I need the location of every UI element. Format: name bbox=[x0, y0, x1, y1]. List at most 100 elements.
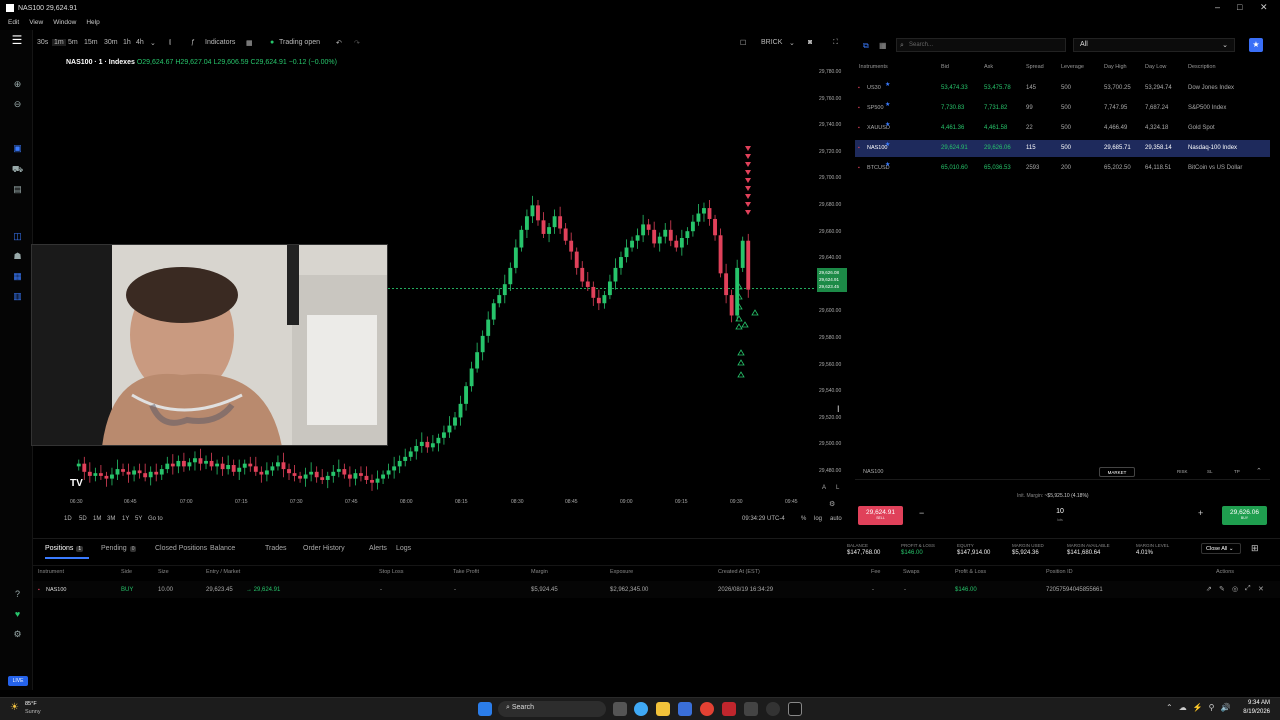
range-3m[interactable]: 3M bbox=[107, 516, 115, 522]
filter-select[interactable]: All ⌄ bbox=[1073, 38, 1235, 52]
star-icon[interactable]: ★ bbox=[885, 121, 890, 128]
interval-30s[interactable]: 30s bbox=[37, 39, 48, 46]
store-icon[interactable] bbox=[678, 702, 692, 716]
interval-1m[interactable]: 1m bbox=[52, 39, 66, 46]
target-icon[interactable]: ◎ bbox=[1232, 585, 1238, 593]
interval-1h[interactable]: 1h bbox=[123, 39, 131, 46]
log-scale-icon[interactable]: L bbox=[836, 485, 839, 491]
chevron-down-icon[interactable]: ⌄ bbox=[150, 39, 156, 47]
obs-icon[interactable] bbox=[766, 702, 780, 716]
taskview-icon[interactable] bbox=[613, 702, 627, 716]
interval-15m[interactable]: 15m bbox=[84, 39, 98, 46]
star-icon[interactable]: ★ bbox=[1249, 38, 1263, 52]
shield-icon[interactable]: ♥ bbox=[11, 608, 24, 621]
watchlist-row-sp500[interactable]: ▪ SP500 ★ 7,730.83 7,731.82 99 500 7,747.95 7,68… bbox=[855, 100, 1270, 117]
people-icon[interactable]: ☗ bbox=[11, 250, 24, 263]
range-1y[interactable]: 1Y bbox=[122, 516, 129, 522]
settings-icon[interactable]: ⚙ bbox=[11, 628, 24, 641]
qty-input[interactable]: 10 bbox=[1045, 508, 1075, 515]
qty-plus-button[interactable]: + bbox=[1198, 508, 1203, 518]
tab-logs[interactable]: Logs bbox=[396, 545, 411, 552]
menu-view[interactable]: View bbox=[29, 19, 43, 26]
zoom-in-icon[interactable]: ⊕ bbox=[11, 78, 24, 91]
close-all-button[interactable]: Close All ⌄ bbox=[1201, 543, 1241, 554]
range-1m[interactable]: 1M bbox=[93, 516, 101, 522]
qty-minus-button[interactable]: − bbox=[919, 508, 924, 518]
risk-button[interactable]: RISK bbox=[1177, 469, 1188, 474]
close-icon[interactable]: ✕ bbox=[1258, 585, 1264, 593]
layout-icon[interactable]: ▣ bbox=[11, 142, 24, 155]
templates-icon[interactable]: ▦ bbox=[246, 39, 253, 47]
percent-toggle[interactable]: % bbox=[801, 516, 806, 522]
watchlist-row-us30[interactable]: ▪ US30 ★ 53,474.33 53,475.78 145 500 53,700.25 5… bbox=[855, 80, 1270, 97]
settings-icon[interactable]: ⚙ bbox=[829, 500, 835, 508]
watchlist-row-btcusd[interactable]: ▪ BTCUSD ★ 65,010.60 65,036.53 2593 200 65,202.… bbox=[855, 160, 1270, 177]
interval-5m[interactable]: 5m bbox=[68, 39, 78, 46]
goto-button[interactable]: Go to bbox=[148, 516, 163, 522]
watchlist-icon[interactable]: ⧉ bbox=[863, 41, 869, 51]
range-5y[interactable]: 5Y bbox=[135, 516, 142, 522]
zoom-out-icon[interactable]: ⊖ bbox=[11, 98, 24, 111]
watchlist-row-xauusd[interactable]: ▪ XAUUSD ★ 4,461.36 4,461.58 22 500 4,466.49 4,3… bbox=[855, 120, 1270, 137]
trading-app-icon[interactable] bbox=[788, 702, 802, 716]
tab-closed-positions[interactable]: Closed Positions bbox=[155, 545, 207, 552]
tab-alerts[interactable]: Alerts bbox=[369, 545, 387, 552]
tab-trades[interactable]: Trades bbox=[265, 545, 287, 552]
undo-icon[interactable]: ↶ bbox=[336, 39, 342, 47]
watchlist-row-nas100[interactable]: ▪ NAS100 ★ 29,624.91 29,626.06 115 500 29,685.7… bbox=[855, 140, 1270, 157]
indicators-icon[interactable]: ƒ bbox=[191, 39, 195, 46]
buy-button[interactable]: 29,626.06 BUY bbox=[1222, 506, 1267, 525]
star-icon[interactable]: ★ bbox=[885, 141, 890, 148]
star-icon[interactable]: ★ bbox=[885, 161, 890, 168]
panel-icon[interactable]: ◫ bbox=[11, 230, 24, 243]
windows-start-icon[interactable] bbox=[478, 702, 492, 716]
minimize-icon[interactable]: – bbox=[1215, 2, 1220, 12]
checkbox-icon[interactable]: ☐ bbox=[740, 39, 746, 47]
interval-4h[interactable]: 4h bbox=[136, 39, 144, 46]
cart-icon[interactable]: ⛟ bbox=[11, 163, 24, 176]
tab-pending[interactable]: Pending 0 bbox=[101, 545, 137, 552]
menu-window[interactable]: Window bbox=[53, 19, 76, 26]
tab-order-history[interactable]: Order History bbox=[303, 545, 345, 552]
time-axis[interactable]: 06:30 06:45 07:00 07:15 07:30 07:45 08:00 08:15… bbox=[36, 498, 816, 508]
expand-icon[interactable]: ⤢ bbox=[1245, 585, 1251, 593]
redo-icon[interactable]: ↷ bbox=[354, 39, 360, 47]
app-pen-icon[interactable] bbox=[744, 702, 758, 716]
star-icon[interactable]: ★ bbox=[885, 81, 890, 88]
copilot-icon[interactable] bbox=[634, 702, 648, 716]
taskbar-search[interactable]: ⌕ Search bbox=[498, 701, 606, 717]
list-icon[interactable]: ▤ bbox=[11, 183, 24, 196]
range-1d[interactable]: 1D bbox=[64, 516, 72, 522]
sl-button[interactable]: SL bbox=[1207, 469, 1213, 474]
tab-balance[interactable]: Balance bbox=[210, 545, 235, 552]
share-icon[interactable]: ⇗ bbox=[1206, 585, 1212, 593]
menu-edit[interactable]: Edit bbox=[8, 19, 19, 26]
camera-icon[interactable]: ◙ bbox=[808, 39, 812, 46]
menu-help[interactable]: Help bbox=[86, 19, 99, 26]
chrome-icon[interactable] bbox=[700, 702, 714, 716]
grid-icon[interactable]: ▦ bbox=[879, 41, 887, 50]
explorer-icon[interactable] bbox=[656, 702, 670, 716]
candles-icon[interactable]: ⫾ bbox=[169, 39, 171, 47]
tab-positions[interactable]: Positions 1 bbox=[45, 545, 84, 552]
search-input[interactable]: Search... bbox=[896, 38, 1066, 52]
star-icon[interactable]: ★ bbox=[885, 101, 890, 108]
log-toggle[interactable]: log bbox=[814, 516, 822, 522]
chart-panel-icon[interactable]: ▦ bbox=[11, 270, 24, 283]
range-5d[interactable]: 5D bbox=[79, 516, 87, 522]
chart-type-select[interactable]: BRICK bbox=[761, 39, 782, 46]
auto-scale-icon[interactable]: A bbox=[822, 485, 826, 491]
edit-icon[interactable]: ✎ bbox=[1219, 585, 1225, 593]
auto-toggle[interactable]: auto bbox=[830, 516, 842, 522]
order-type-select[interactable]: MARKET bbox=[1099, 467, 1135, 477]
fullscreen-icon[interactable]: ⛶ bbox=[833, 39, 838, 47]
maximize-icon[interactable]: □ bbox=[1237, 2, 1242, 12]
interval-30m[interactable]: 30m bbox=[104, 39, 118, 46]
indicators-button[interactable]: Indicators bbox=[205, 39, 235, 46]
table-panel-icon[interactable]: ▥ bbox=[11, 290, 24, 303]
layout-grid-icon[interactable]: ⊞ bbox=[1251, 543, 1259, 554]
help-icon[interactable]: ? bbox=[11, 588, 24, 601]
app-a-icon[interactable] bbox=[722, 702, 736, 716]
tp-button[interactable]: TP bbox=[1234, 469, 1240, 474]
sell-button[interactable]: 29,624.91 SELL bbox=[858, 506, 903, 525]
